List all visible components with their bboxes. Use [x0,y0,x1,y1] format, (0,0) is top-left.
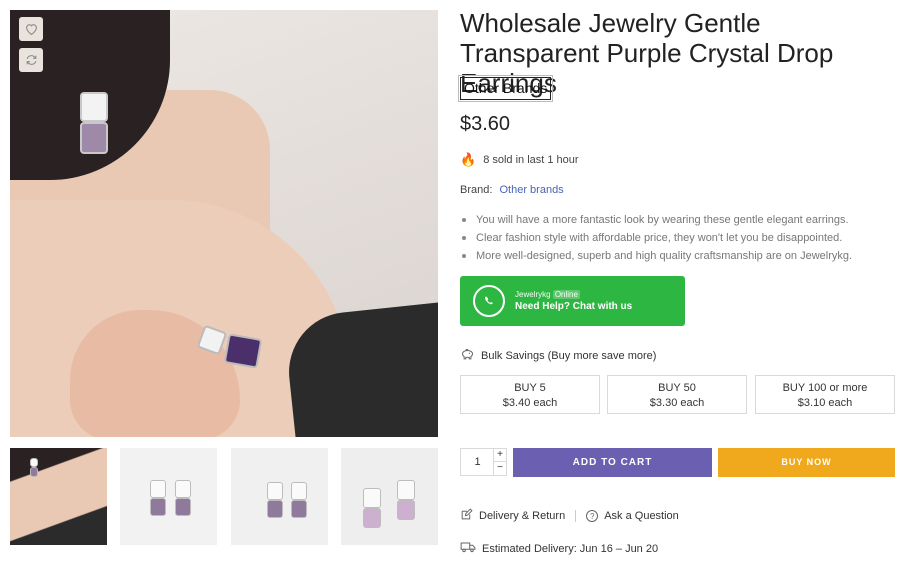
thumbnail-4[interactable] [341,448,438,545]
tier-qty: BUY 100 or more [782,382,868,394]
ask-question-link[interactable]: Ask a Question [604,510,679,522]
quantity-decrease-button[interactable]: − [494,462,506,475]
bulk-tier-100[interactable]: BUY 100 or more $3.10 each [755,375,895,414]
truck-icon [460,541,476,556]
heart-icon [25,24,37,35]
tier-qty: BUY 50 [658,382,696,394]
quantity-steps: + − [493,449,506,475]
link-divider [575,510,577,522]
thumb-gem-clear [291,482,307,500]
thumb-gem-purple [267,500,283,518]
feature-item: You will have a more fantastic look by w… [462,211,896,229]
feature-list: You will have a more fantastic look by w… [462,211,896,265]
whatsapp-text: Jewelrykg Online Need Help? Chat with us [515,289,632,313]
question-icon: ? [586,510,599,522]
tier-qty: BUY 5 [514,382,546,394]
thumbnail-1[interactable] [10,448,107,545]
thumb-gem-purple [175,498,191,516]
brand-label: Brand: [460,184,493,196]
whatsapp-status: Online [552,290,580,299]
thumb-gem-clear [30,458,38,467]
thumb-gem-purple [30,467,38,477]
brand-line: Brand: Other brands [460,184,564,196]
product-links: Delivery & Return ? Ask a Question [460,508,679,524]
whatsapp-icon [473,285,505,317]
thumb-gem-pink [363,508,381,528]
photo-ring-purple-stone [223,333,263,369]
thumb-gem-clear [267,482,283,500]
bulk-savings-label: Bulk Savings (Buy more save more) [481,350,657,362]
whatsapp-chat-button[interactable]: Jewelrykg Online Need Help? Chat with us [460,276,685,326]
photo-earring-clear-stone [80,92,108,122]
wishlist-button[interactable] [19,17,43,41]
feature-item: More well-designed, superb and high qual… [462,247,896,265]
photo-earring-purple-stone [80,122,108,154]
thumb-gem-clear [175,480,191,498]
thumb-gem-purple [150,498,166,516]
brand-badge[interactable]: Other Brands [457,75,554,102]
bulk-tier-5[interactable]: BUY 5 $3.40 each [460,375,600,414]
fire-icon: 🔥 [460,152,477,167]
whatsapp-agent-name: Jewelrykg [515,290,551,299]
buy-now-button[interactable]: BUY NOW [718,448,895,477]
thumb-gem-pink [397,500,415,520]
sold-text: 8 sold in last 1 hour [483,154,579,166]
product-price: $3.60 [460,113,511,135]
edit-icon [460,508,473,524]
main-product-image[interactable] [10,10,438,437]
thumbnail-2[interactable] [120,448,217,545]
add-to-cart-button[interactable]: ADD TO CART [513,448,712,477]
whatsapp-agent-line: Jewelrykg Online [515,289,632,300]
thumb-gem-clear [397,480,415,500]
quantity-input[interactable]: 1 [461,449,494,475]
thumb-gem-purple [291,500,307,518]
thumb-gem-clear [363,488,381,508]
brand-link[interactable]: Other brands [499,184,563,196]
sold-counter: 🔥 8 sold in last 1 hour [460,152,579,168]
estimated-delivery-text: Estimated Delivery: Jun 16 – Jun 20 [482,542,659,555]
thumbnail-3[interactable] [231,448,328,545]
quantity-stepper: 1 + − [460,448,507,476]
bulk-tier-50[interactable]: BUY 50 $3.30 each [607,375,747,414]
compare-button[interactable] [19,48,43,72]
quantity-increase-button[interactable]: + [494,449,506,462]
refresh-icon [26,55,36,65]
feature-item: Clear fashion style with affordable pric… [462,229,896,247]
estimated-delivery: Estimated Delivery: Jun 16 – Jun 20 [460,541,658,556]
whatsapp-help-text: Need Help? Chat with us [515,301,633,312]
delivery-return-link[interactable]: Delivery & Return [479,510,565,522]
tier-price: $3.30 each [649,397,705,409]
bulk-savings-heading: Bulk Savings (Buy more save more) [460,348,656,364]
piggy-bank-icon [460,348,475,364]
thumb-gem-clear [150,480,166,498]
tier-price: $3.10 each [797,397,853,409]
tier-price: $3.40 each [502,397,558,409]
